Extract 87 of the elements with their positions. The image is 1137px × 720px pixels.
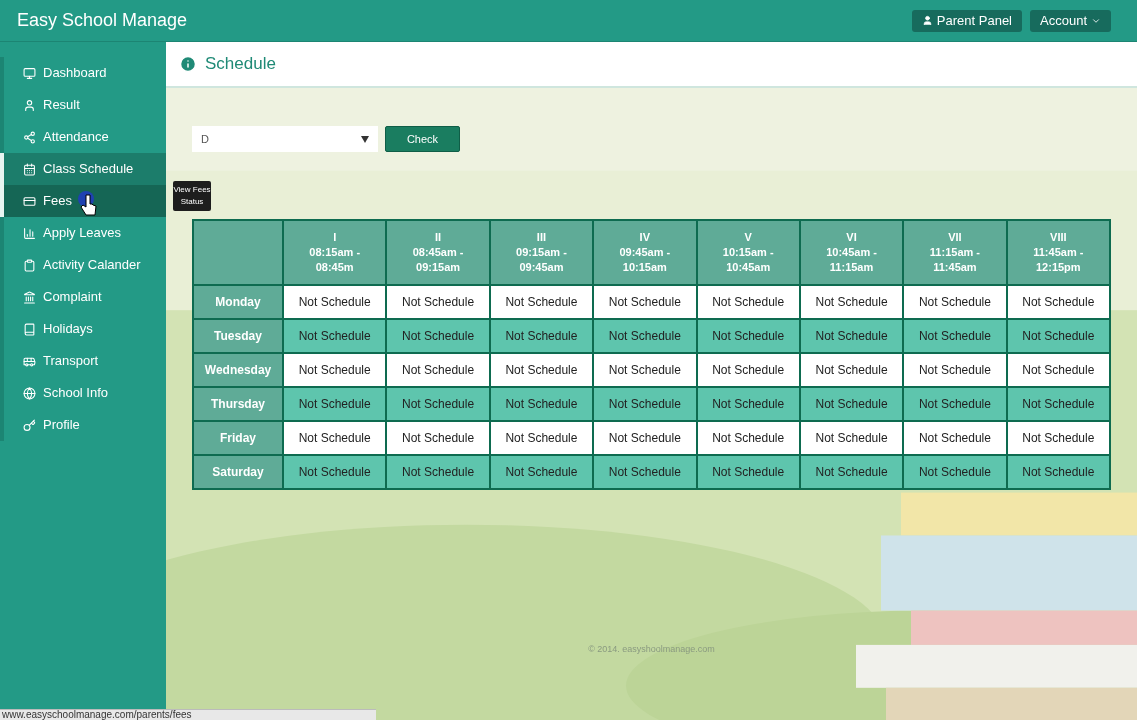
table-cell: Not Schedule	[489, 387, 594, 421]
column-header: III 09:15am - 09:45am	[489, 220, 594, 285]
column-header: II 08:45am - 09:15am	[386, 220, 490, 285]
day-cell: Thursday	[193, 387, 283, 421]
column-header: VII 11:15am - 11:45am	[903, 220, 1007, 285]
sidebar-item[interactable]: Class Schedule	[0, 153, 166, 185]
status-bar: www.easyschoolmanage.com/parents/fees	[0, 709, 376, 720]
table-cell: Not Schedule	[903, 455, 1007, 489]
table-cell: Not Schedule	[799, 319, 904, 353]
day-cell: Tuesday	[193, 319, 283, 353]
book-icon	[23, 322, 36, 336]
tooltip: View Fees Status	[173, 181, 211, 211]
column-header: V 10:15am - 10:45am	[696, 220, 800, 285]
day-cell: Wednesday	[193, 353, 283, 387]
table-cell: Not Schedule	[903, 319, 1007, 353]
table-cell: Not Schedule	[489, 421, 594, 455]
table-cell: Not Schedule	[593, 387, 697, 421]
table-cell: Not Schedule	[386, 455, 490, 489]
column-header: I 08:15am - 08:45m	[283, 220, 387, 285]
table-cell: Not Schedule	[799, 387, 904, 421]
table-cell: Not Schedule	[696, 285, 800, 319]
table-cell: Not Schedule	[283, 455, 387, 489]
day-cell: Friday	[193, 421, 283, 455]
table-cell: Not Schedule	[903, 421, 1007, 455]
table-cell: Not Schedule	[489, 319, 594, 353]
table-cell: Not Schedule	[386, 387, 490, 421]
table-cell: Not Schedule	[593, 455, 697, 489]
building-icon	[23, 290, 36, 304]
table-cell: Not Schedule	[386, 319, 490, 353]
table-cell: Not Schedule	[593, 421, 697, 455]
account-button[interactable]: Account	[1030, 9, 1111, 32]
table-cell: Not Schedule	[696, 319, 800, 353]
table-cell: Not Schedule	[489, 353, 594, 387]
column-header: VI 10:45am - 11:15am	[799, 220, 904, 285]
table-cell: Not Schedule	[903, 387, 1007, 421]
dropdown-icon	[361, 135, 369, 143]
table-cell: Not Schedule	[903, 353, 1007, 387]
table-cell: Not Schedule	[593, 319, 697, 353]
table-cell: Not Schedule	[903, 285, 1007, 319]
table-cell: Not Schedule	[799, 421, 904, 455]
brand-title: Easy School Manage	[17, 9, 188, 32]
table-cell: Not Schedule	[1006, 353, 1110, 387]
card-icon	[23, 194, 36, 208]
panel-button[interactable]: Parent Panel	[911, 9, 1022, 32]
table-cell: Not Schedule	[696, 387, 800, 421]
table-cell: Not Schedule	[593, 285, 697, 319]
page-title: Schedule	[205, 53, 276, 76]
user-icon	[921, 15, 933, 26]
table-cell: Not Schedule	[283, 421, 387, 455]
column-header: VIII 11:45am - 12:15pm	[1006, 220, 1110, 285]
table-cell: Not Schedule	[489, 455, 594, 489]
select-field[interactable]: D	[192, 126, 378, 152]
table-cell: Not Schedule	[489, 285, 594, 319]
table-cell: Not Schedule	[283, 353, 387, 387]
cursor-icon	[78, 191, 100, 217]
table-cell: Not Schedule	[593, 353, 697, 387]
monitor-icon	[23, 66, 36, 80]
bar-chart-icon	[23, 226, 36, 240]
nodes-icon	[23, 130, 36, 144]
table-cell: Not Schedule	[1006, 455, 1110, 489]
table-cell: Not Schedule	[283, 319, 387, 353]
globe-icon	[23, 386, 36, 400]
table-cell: Not Schedule	[696, 421, 800, 455]
day-cell: Saturday	[193, 455, 283, 489]
table-cell: Not Schedule	[1006, 421, 1110, 455]
table-cell: Not Schedule	[283, 285, 387, 319]
table-cell: Not Schedule	[696, 455, 800, 489]
clipboard-icon	[23, 258, 36, 272]
table-cell: Not Schedule	[1006, 319, 1110, 353]
day-cell: Monday	[193, 285, 283, 319]
table-cell: Not Schedule	[386, 285, 490, 319]
table-cell: Not Schedule	[799, 353, 904, 387]
user-icon	[23, 98, 36, 112]
sidebar-item[interactable]: Fees	[0, 185, 166, 217]
table-cell: Not Schedule	[386, 353, 490, 387]
table-cell: Not Schedule	[386, 421, 490, 455]
check-button[interactable]: Check	[385, 126, 460, 152]
key-icon	[23, 418, 36, 432]
table-cell: Not Schedule	[799, 285, 904, 319]
table-cell: Not Schedule	[1006, 387, 1110, 421]
table-cell: Not Schedule	[1006, 285, 1110, 319]
table-cell: Not Schedule	[283, 387, 387, 421]
calendar-icon	[23, 162, 36, 176]
info-icon	[179, 55, 197, 73]
column-header: IV 09:45am - 10:15am	[593, 220, 697, 285]
table-cell: Not Schedule	[696, 353, 800, 387]
table-cell: Not Schedule	[799, 455, 904, 489]
